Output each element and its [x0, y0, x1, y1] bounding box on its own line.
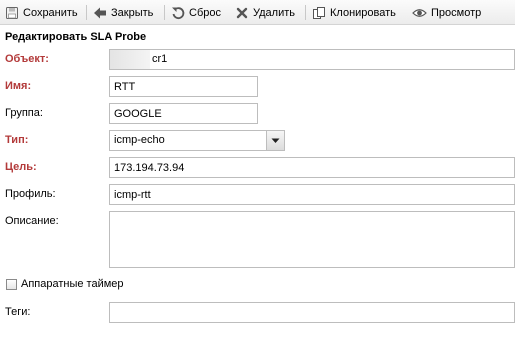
profile-label: Профиль:: [5, 188, 56, 200]
copy-icon: [312, 6, 326, 20]
save-button-label: Сохранить: [23, 7, 78, 19]
hardware-timers-label: Аппаратные таймер: [21, 278, 124, 290]
name-input[interactable]: [109, 76, 258, 97]
reset-button-label: Сброс: [189, 7, 221, 19]
form-title: Редактировать SLA Probe: [5, 31, 147, 43]
toolbar-divider: [86, 5, 87, 20]
close-button[interactable]: Закрыть: [93, 4, 153, 22]
type-dropdown-button[interactable]: [266, 131, 284, 150]
group-label: Группа:: [5, 107, 43, 119]
description-label: Описание:: [5, 215, 59, 227]
hardware-timers-checkbox[interactable]: [6, 279, 17, 290]
type-label: Тип:: [5, 134, 29, 146]
save-icon: [5, 6, 19, 20]
close-button-label: Закрыть: [111, 7, 154, 19]
object-field[interactable]: cr1: [109, 49, 515, 70]
tags-input[interactable]: [109, 302, 515, 323]
name-label: Имя:: [5, 80, 32, 92]
object-label: Объект:: [5, 53, 49, 65]
object-redaction: [110, 50, 150, 69]
clone-button[interactable]: Клонировать: [312, 4, 396, 22]
description-textarea[interactable]: [109, 211, 515, 268]
type-select[interactable]: icmp-echo: [109, 130, 285, 151]
delete-button[interactable]: Удалить: [235, 4, 295, 22]
arrow-left-icon: [93, 6, 107, 20]
undo-icon: [171, 6, 185, 20]
clone-button-label: Клонировать: [330, 7, 396, 19]
toolbar: Сохранить Закрыть Сброс Удалить Клониров…: [0, 0, 515, 25]
toolbar-divider: [164, 5, 165, 20]
preview-button[interactable]: Просмотр: [412, 4, 481, 22]
eye-icon: [412, 6, 427, 20]
toolbar-divider: [305, 5, 306, 20]
delete-button-label: Удалить: [253, 7, 295, 19]
profile-input[interactable]: [109, 184, 515, 205]
reset-button[interactable]: Сброс: [171, 4, 221, 22]
preview-button-label: Просмотр: [431, 7, 482, 19]
group-input[interactable]: [109, 103, 258, 124]
target-label: Цель:: [5, 161, 37, 173]
target-input[interactable]: [109, 157, 515, 178]
chevron-down-icon: [271, 135, 280, 147]
save-button[interactable]: Сохранить: [5, 4, 78, 22]
tags-label: Теги:: [5, 306, 31, 318]
close-x-icon: [235, 6, 249, 20]
type-value: icmp-echo: [114, 134, 165, 146]
